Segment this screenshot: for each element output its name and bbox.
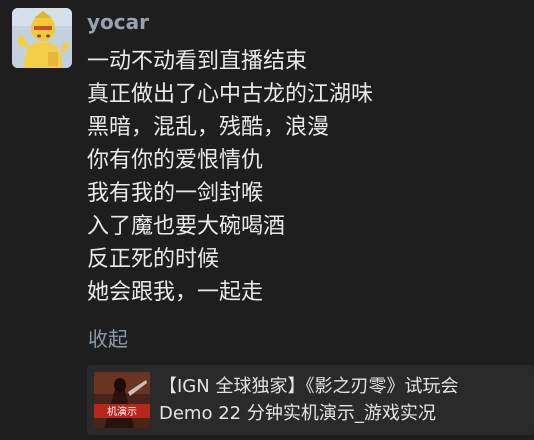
video-thumbnail: 机演示: [94, 372, 150, 428]
comment-line: 一动不动看到直播结束: [87, 49, 308, 74]
comment-line: 她会跟我，一起走: [87, 280, 264, 305]
video-link-card[interactable]: 机演示 【IGN 全球独家】《影之刃零》试玩会 Demo 22 分钟实机演示_游…: [87, 365, 534, 435]
username[interactable]: yocar: [87, 8, 149, 36]
yellow-figure-avatar-icon: [12, 8, 72, 68]
video-title: 【IGN 全球独家】《影之刃零》试玩会 Demo 22 分钟实机演示_游戏实况: [159, 373, 529, 427]
comment-line: 我有我的一剑封喉: [87, 181, 264, 206]
video-title-line: Demo 22 分钟实机演示_游戏实况: [159, 403, 436, 424]
comment-body: 一动不动看到直播结束 真正做出了心中古龙的江湖味 黑暗，混乱，残酷，浪漫 你有你…: [87, 45, 527, 309]
collapse-button[interactable]: 收起: [88, 324, 128, 354]
thumbnail-text: 机演示: [107, 405, 137, 418]
comment-line: 反正死的时候: [87, 247, 220, 272]
comment-line: 黑暗，混乱，残酷，浪漫: [87, 115, 330, 140]
comment-line: 入了魔也要大碗喝酒: [87, 214, 286, 239]
video-title-line: 【IGN 全球独家】《影之刃零》试玩会: [159, 376, 459, 397]
comment-item: yocar 一动不动看到直播结束 真正做出了心中古龙的江湖味 黑暗，混乱，残酷，…: [0, 0, 534, 440]
comment-line: 你有你的爱恨情仇: [87, 148, 264, 173]
user-avatar[interactable]: [12, 8, 72, 68]
comment-line: 真正做出了心中古龙的江湖味: [87, 82, 374, 107]
video-thumbnail-icon: 机演示: [94, 372, 150, 428]
